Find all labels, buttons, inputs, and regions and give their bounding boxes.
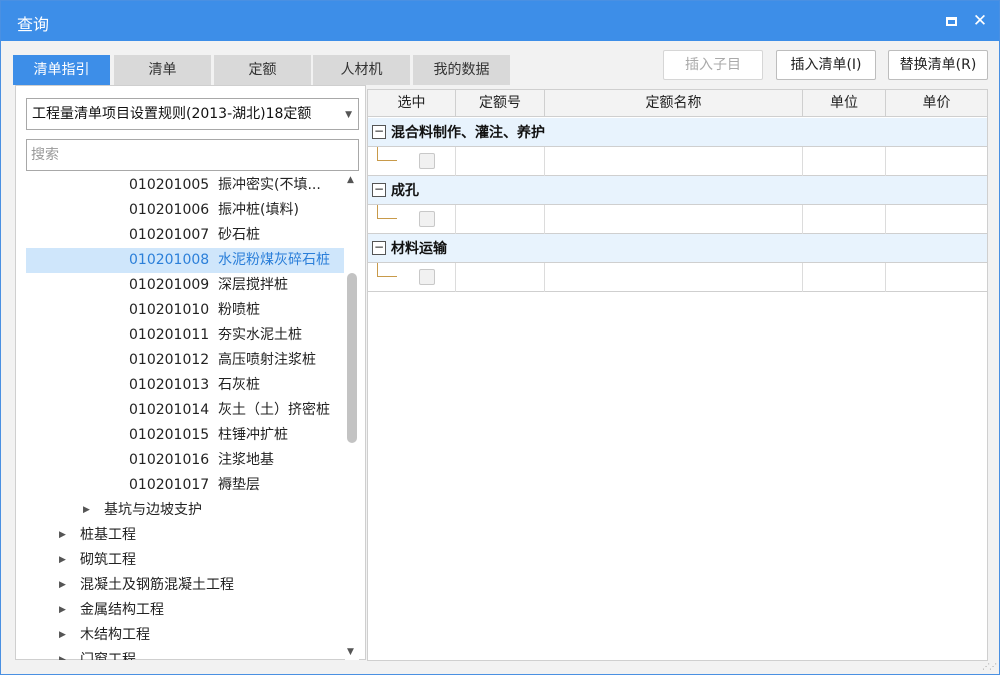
- title-bar[interactable]: 查询 ✕: [1, 1, 999, 41]
- tree-item[interactable]: 010201012 高压喷射注浆桩: [26, 348, 344, 373]
- tree-item[interactable]: 010201006 振冲桩(填料): [26, 198, 344, 223]
- group-row[interactable]: − 混合料制作、灌注、养护: [368, 118, 987, 147]
- tree-item[interactable]: 010201014 灰土（土）挤密桩: [26, 398, 344, 423]
- grid-header: 选中 定额号 定额名称 单位 单价: [368, 90, 987, 117]
- tab-quota[interactable]: 定额: [214, 55, 311, 85]
- expand-arrow-icon[interactable]: ▶: [59, 598, 66, 623]
- tree-item[interactable]: 010201009 深层搅拌桩: [26, 273, 344, 298]
- tree-folder-excavation[interactable]: ▶ 基坑与边坡支护: [26, 498, 344, 523]
- guide-panel: 工程量清单项目设置规则(2013-湖北)18定额 ▼ 010201005振冲密实…: [15, 85, 366, 660]
- column-header-select[interactable]: 选中: [368, 90, 456, 117]
- bill-tree: 010201005 振冲密实(不填... 010201006 振冲桩(填料) 010…: [26, 173, 344, 660]
- tree-item[interactable]: 010201016 注浆地基: [26, 448, 344, 473]
- query-dialog: 查询 ✕ 清单指引 清单 定额 人材机 我的数据 插入子目 插入清单(I) 替换…: [0, 0, 1000, 675]
- column-header-quota-no[interactable]: 定额号: [456, 90, 545, 117]
- expand-arrow-icon[interactable]: ▶: [59, 573, 66, 598]
- rule-set-select[interactable]: 工程量清单项目设置规则(2013-湖北)18定额 ▼: [26, 98, 359, 130]
- table-row[interactable]: [368, 147, 987, 176]
- expand-arrow-icon[interactable]: ▶: [59, 648, 66, 660]
- close-icon[interactable]: ✕: [969, 10, 991, 32]
- tree-folder[interactable]: ▶ 金属结构工程: [26, 598, 344, 623]
- tree-item[interactable]: 010201007 砂石桩: [26, 223, 344, 248]
- window-title: 查询: [17, 15, 50, 34]
- insert-bill-button[interactable]: 插入清单(I): [776, 50, 876, 80]
- column-header-price[interactable]: 单价: [886, 90, 987, 117]
- quota-grid: 选中 定额号 定额名称 单位 单价 − 混合料制作、灌注、养护 − 成孔 − 材…: [367, 89, 988, 661]
- collapse-icon[interactable]: −: [372, 241, 386, 255]
- tree-folder[interactable]: ▶ 门窗工程: [26, 648, 344, 660]
- group-row[interactable]: − 成孔: [368, 176, 987, 205]
- column-header-quota-name[interactable]: 定额名称: [545, 90, 803, 117]
- tree-item-selected[interactable]: 010201008 水泥粉煤灰碎石桩: [26, 248, 344, 273]
- tab-labor-material-machine[interactable]: 人材机: [313, 55, 410, 85]
- expand-arrow-icon[interactable]: ▶: [59, 523, 66, 548]
- column-header-unit[interactable]: 单位: [803, 90, 886, 117]
- select-checkbox[interactable]: [419, 269, 435, 285]
- select-checkbox[interactable]: [419, 153, 435, 169]
- tab-bill-guide[interactable]: 清单指引: [13, 55, 110, 85]
- expand-arrow-icon[interactable]: ▶: [83, 498, 90, 523]
- search-input[interactable]: [26, 139, 359, 171]
- tree-item[interactable]: 010201015 柱锤冲扩桩: [26, 423, 344, 448]
- replace-bill-button[interactable]: 替换清单(R): [888, 50, 988, 80]
- tree-scrollbar[interactable]: ▲ ▼: [345, 173, 359, 660]
- group-row[interactable]: − 材料运输: [368, 234, 987, 263]
- scrollbar-thumb[interactable]: [347, 273, 357, 443]
- expand-arrow-icon[interactable]: ▶: [59, 548, 66, 573]
- tree-item[interactable]: 010201005 振冲密实(不填...: [26, 173, 344, 198]
- collapse-icon[interactable]: −: [372, 125, 386, 139]
- collapse-icon[interactable]: −: [372, 183, 386, 197]
- insert-child-button[interactable]: 插入子目: [663, 50, 763, 80]
- expand-arrow-icon[interactable]: ▶: [59, 623, 66, 648]
- tree-item[interactable]: 010201013 石灰桩: [26, 373, 344, 398]
- scroll-down-icon[interactable]: ▼: [347, 647, 354, 657]
- tree-folder[interactable]: ▶ 桩基工程: [26, 523, 344, 548]
- scroll-up-icon[interactable]: ▲: [347, 175, 354, 185]
- table-row[interactable]: [368, 205, 987, 234]
- rule-set-value: 工程量清单项目设置规则(2013-湖北)18定额: [32, 106, 312, 122]
- maximize-icon[interactable]: [940, 10, 962, 32]
- tree-folder[interactable]: ▶ 混凝土及钢筋混凝土工程: [26, 573, 344, 598]
- tree-item[interactable]: 010201011 夯实水泥土桩: [26, 323, 344, 348]
- tab-bill[interactable]: 清单: [114, 55, 211, 85]
- dropdown-arrow-icon[interactable]: ▼: [345, 100, 352, 129]
- tree-folder[interactable]: ▶ 砌筑工程: [26, 548, 344, 573]
- resize-grip-icon[interactable]: ⋰⋰: [982, 662, 997, 671]
- tab-my-data[interactable]: 我的数据: [413, 55, 510, 85]
- tree-folder[interactable]: ▶ 木结构工程: [26, 623, 344, 648]
- tree-item[interactable]: 010201010 粉喷桩: [26, 298, 344, 323]
- table-row[interactable]: [368, 263, 987, 292]
- select-checkbox[interactable]: [419, 211, 435, 227]
- tree-item[interactable]: 010201017 褥垫层: [26, 473, 344, 498]
